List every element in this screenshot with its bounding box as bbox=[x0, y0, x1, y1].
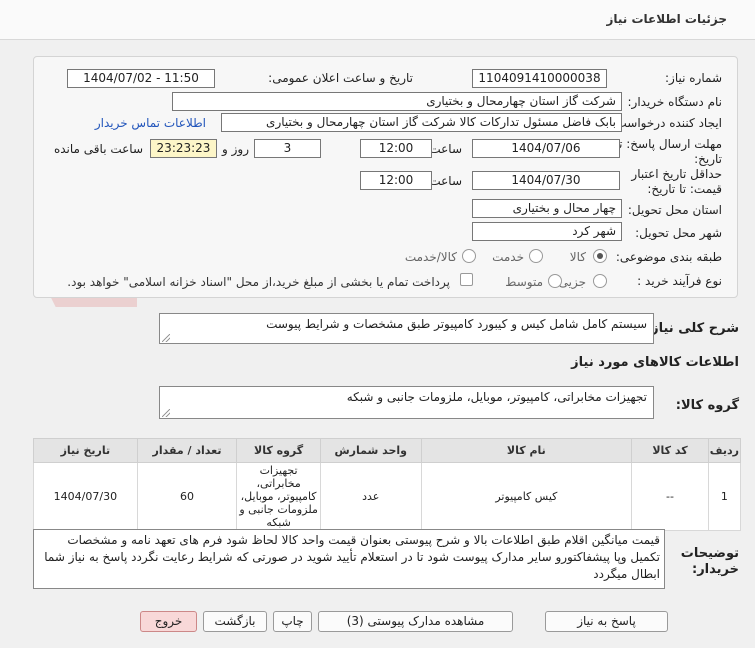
remaining-time: 23:23:23 bbox=[150, 139, 217, 158]
announce-date-field: 1404/07/02 - 11:50 bbox=[67, 69, 215, 88]
creator-label: ایجاد کننده درخواست: bbox=[611, 116, 722, 130]
cell-row: 1 bbox=[707, 462, 742, 531]
back-button[interactable]: بازگشت bbox=[203, 611, 267, 632]
category-service-label: خدمت bbox=[492, 250, 524, 264]
purchase-radio-minor[interactable] bbox=[593, 274, 607, 288]
view-docs-button[interactable]: مشاهده مدارک پیوستی (3) bbox=[318, 611, 513, 632]
table-header-row: ردیف کد کالا نام کالا واحد شمارش گروه کا… bbox=[33, 438, 742, 463]
print-button[interactable]: چاپ bbox=[273, 611, 312, 632]
reply-deadline-date: 1404/07/06 bbox=[472, 139, 620, 158]
purchase-medium-label: متوسط bbox=[505, 275, 543, 289]
creator-field: بابک فاضل مسئول تدارکات کالا شرکت گاز اس… bbox=[221, 113, 622, 132]
resize-grip-icon[interactable] bbox=[162, 334, 170, 342]
col-code: کد کالا bbox=[631, 438, 709, 463]
purchase-type-label: نوع فرآیند خرید : bbox=[637, 274, 722, 288]
col-date: تاریخ نیاز bbox=[33, 438, 138, 463]
col-row: ردیف bbox=[707, 438, 742, 463]
reply-button[interactable]: پاسخ به نیاز bbox=[545, 611, 668, 632]
price-time-label: ساعت bbox=[429, 174, 462, 188]
category-goods-label: کالا bbox=[569, 250, 586, 264]
price-validity-date: 1404/07/30 bbox=[472, 171, 620, 190]
cell-code: -- bbox=[631, 462, 709, 531]
summary-text: سیستم کامل شامل کیس و کیبورد کامپیوتر طب… bbox=[266, 317, 647, 331]
category-radio-service[interactable] bbox=[529, 249, 543, 263]
cell-name: کیس کامپیوتر bbox=[420, 462, 633, 531]
col-unit: واحد شمارش bbox=[319, 438, 422, 463]
price-validity-label-2: قیمت: تا تاریخ: bbox=[647, 182, 722, 196]
notes-textarea[interactable]: قیمت میانگین اقلام طبق اطلاعات بالا و شر… bbox=[33, 529, 665, 589]
col-group: گروه کالا bbox=[236, 438, 321, 463]
col-name: نام کالا bbox=[420, 438, 633, 463]
announce-date-label: تاریخ و ساعت اعلان عمومی: bbox=[268, 71, 413, 85]
buyer-contact-link[interactable]: اطلاعات تماس خریدار bbox=[95, 116, 206, 130]
reply-deadline-label-2: تاریخ: bbox=[694, 152, 722, 166]
exit-button[interactable]: خروج bbox=[140, 611, 197, 632]
title-bar: جزئیات اطلاعات نیاز bbox=[0, 0, 755, 40]
remaining-label: ساعت باقی مانده bbox=[53, 142, 143, 156]
goods-group-textarea[interactable]: تجهیزات مخابراتی، کامپیوتر، موبایل، ملزو… bbox=[159, 386, 654, 419]
goods-section-title: اطلاعات کالاهای مورد نیاز bbox=[571, 355, 739, 370]
col-qty: تعداد / مقدار bbox=[136, 438, 238, 463]
reply-deadline-time: 12:00 bbox=[360, 139, 432, 158]
page-title: جزئیات اطلاعات نیاز bbox=[606, 12, 727, 26]
summary-label: شرح کلی نیاز: bbox=[645, 321, 739, 336]
category-radio-goods[interactable] bbox=[593, 249, 607, 263]
need-number-label: شماره نیاز: bbox=[665, 71, 722, 85]
cell-date: 1404/07/30 bbox=[33, 462, 138, 531]
buyer-org-field: شرکت گاز استان چهارمحال و بختیاری bbox=[172, 92, 622, 111]
summary-textarea[interactable]: سیستم کامل شامل کیس و کیبورد کامپیوتر طب… bbox=[159, 313, 654, 344]
treasury-note: پرداخت تمام یا بخشی از مبلغ خرید،از محل … bbox=[67, 275, 450, 289]
notes-text: قیمت میانگین اقلام طبق اطلاعات بالا و شر… bbox=[44, 533, 660, 581]
price-validity-label-1: حداقل تاریخ اعتبار bbox=[631, 167, 722, 181]
city-label: شهر محل تحویل: bbox=[635, 226, 722, 240]
buyer-org-label: نام دستگاه خریدار: bbox=[627, 95, 723, 109]
province-field: چهار محال و بختیاری bbox=[472, 199, 622, 218]
category-goods-service-label: کالا/خدمت bbox=[404, 250, 457, 264]
cell-unit: عدد bbox=[319, 462, 422, 531]
reply-time-label: ساعت bbox=[429, 142, 462, 156]
items-table: ردیف کد کالا نام کالا واحد شمارش گروه کا… bbox=[33, 438, 742, 531]
cell-group: تجهیزات مخابراتی، کامپیوتر، موبایل، ملزو… bbox=[236, 462, 321, 531]
need-number-field: 1104091410000038 bbox=[472, 69, 607, 88]
table-row[interactable]: 1 -- کیس کامپیوتر عدد تجهیزات مخابراتی، … bbox=[33, 462, 742, 531]
reply-deadline-label-1: مهلت ارسال پاسخ: تا bbox=[615, 137, 722, 151]
resize-grip-icon-2[interactable] bbox=[162, 409, 170, 417]
category-label: طبقه بندی موضوعی: bbox=[615, 250, 722, 264]
province-label: استان محل تحویل: bbox=[627, 203, 722, 217]
city-field: شهر کرد bbox=[472, 222, 622, 241]
price-validity-time: 12:00 bbox=[360, 171, 432, 190]
category-radio-goods-service[interactable] bbox=[462, 249, 476, 263]
goods-group-label: گروه کالا: bbox=[675, 398, 739, 413]
notes-label-1: توضیحات bbox=[680, 546, 739, 561]
purchase-radio-medium[interactable] bbox=[548, 274, 562, 288]
days-label: روز و bbox=[222, 142, 249, 156]
treasury-checkbox[interactable] bbox=[460, 273, 473, 286]
cell-qty: 60 bbox=[136, 462, 238, 531]
notes-label-2: خریدار: bbox=[692, 562, 739, 577]
purchase-minor-label: جزیی bbox=[558, 275, 586, 289]
goods-group-text: تجهیزات مخابراتی، کامپیوتر، موبایل، ملزو… bbox=[346, 390, 647, 404]
remaining-days: 3 bbox=[254, 139, 321, 158]
